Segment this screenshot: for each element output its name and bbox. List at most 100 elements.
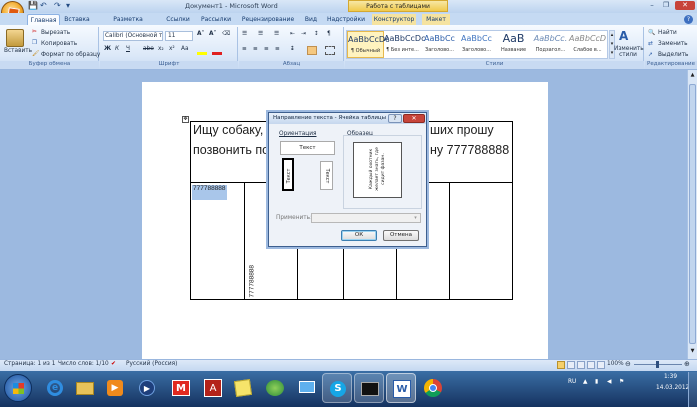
sticky-notes-icon[interactable] <box>228 373 258 403</box>
font-name-input[interactable]: Calibri (Основной те <box>103 31 163 41</box>
cmd-icon[interactable] <box>354 373 384 403</box>
copy-button[interactable]: Копировать <box>41 41 77 47</box>
strikethrough-icon[interactable]: abe <box>143 46 154 52</box>
style-normal[interactable]: AaBbCcDc ¶ Обычный <box>347 31 389 58</box>
dialog-close-button[interactable]: ✕ <box>403 114 425 123</box>
style-subtle-emphasis[interactable]: AaBbCcD Слабое в... <box>569 31 606 58</box>
font-color-icon[interactable] <box>212 46 222 55</box>
cancel-button[interactable]: Отмена <box>383 230 419 241</box>
replace-icon[interactable]: ⇄ <box>648 41 653 47</box>
draft-view-icon[interactable] <box>597 361 605 369</box>
select-icon[interactable]: ➚ <box>648 52 653 58</box>
full-screen-view-icon[interactable] <box>567 361 575 369</box>
media-center-icon[interactable]: ▶ <box>132 373 162 403</box>
copy-icon[interactable]: ❐ <box>32 40 37 46</box>
language-indicator[interactable]: Русский (Россия) <box>126 361 177 367</box>
tab-design[interactable]: Конструктор <box>372 14 416 25</box>
page-indicator[interactable]: Страница: 1 из 1 <box>4 361 55 367</box>
orientation-down-option[interactable]: Текст <box>320 161 333 190</box>
proofing-icon[interactable]: ✔ <box>111 361 116 367</box>
tab-insert[interactable]: Вставка <box>62 14 92 25</box>
find-icon[interactable]: 🔍 <box>648 30 655 36</box>
format-painter-button[interactable]: Формат по образцу <box>41 52 100 58</box>
bold-icon[interactable]: Ж <box>104 46 111 52</box>
help-icon[interactable]: ? <box>684 15 693 24</box>
align-left-icon[interactable]: ≡ <box>242 46 247 52</box>
mail-app-icon[interactable]: M <box>166 373 196 403</box>
style-heading-2[interactable]: AaBbCc Заголово... <box>458 31 495 58</box>
outline-view-icon[interactable] <box>587 361 595 369</box>
zoom-in-icon[interactable]: ⊕ <box>684 360 690 368</box>
tab-mailings[interactable]: Рассылки <box>198 14 234 25</box>
ok-button[interactable]: ОК <box>341 230 377 241</box>
change-styles-button[interactable]: Изменить стили <box>614 46 644 58</box>
style-no-spacing[interactable]: AaBbCcDc ¶ Без инте... <box>384 31 425 58</box>
cell-selected-text[interactable]: 777788888 <box>192 185 227 200</box>
justify-icon[interactable]: ≡ <box>275 46 280 52</box>
print-layout-view-icon[interactable] <box>557 361 565 369</box>
vertical-scrollbar[interactable]: ▲ ▼ <box>687 70 697 359</box>
apply-dropdown-icon[interactable]: ▾ <box>412 215 419 222</box>
word-count[interactable]: Число слов: 1/10 <box>58 361 109 367</box>
ie-icon[interactable]: e <box>40 373 70 403</box>
scroll-up-icon[interactable]: ▲ <box>689 72 696 80</box>
table-move-handle-icon[interactable]: ✥ <box>182 116 189 123</box>
restore-button[interactable]: ❐ <box>660 1 672 10</box>
sort-icon[interactable]: ↕ <box>314 31 319 37</box>
explorer-icon[interactable] <box>70 373 100 403</box>
save-icon[interactable]: 💾 <box>28 1 38 10</box>
increase-indent-icon[interactable]: ⇥ <box>301 31 306 37</box>
font-size-input[interactable]: 11 <box>165 31 193 41</box>
decrease-indent-icon[interactable]: ⇤ <box>290 31 295 37</box>
tab-references[interactable]: Ссылки <box>164 14 192 25</box>
highlight-icon[interactable] <box>197 46 207 55</box>
chrome-icon[interactable] <box>418 373 448 403</box>
replace-button[interactable]: Заменить <box>658 41 688 47</box>
scroll-down-icon[interactable]: ▼ <box>689 348 696 356</box>
cell-vertical-text[interactable]: 777788888 <box>249 238 256 298</box>
align-center-icon[interactable]: ≡ <box>253 46 258 52</box>
paste-button[interactable]: Вставить <box>4 48 32 54</box>
clock-time[interactable]: 1:39 <box>664 374 677 380</box>
qat-dropdown-icon[interactable]: ▾ <box>66 1 70 10</box>
italic-icon[interactable]: К <box>115 46 119 52</box>
tab-layout[interactable]: Макет <box>422 14 450 25</box>
acrobat-icon[interactable]: A <box>198 373 228 403</box>
style-heading-1[interactable]: AaBbCc Заголово... <box>421 31 458 58</box>
style-title[interactable]: AaB Название <box>495 31 532 58</box>
orientation-up-option[interactable]: Текст <box>282 158 294 191</box>
undo-icon[interactable]: ↶ <box>40 1 47 10</box>
shading-icon[interactable] <box>307 46 317 55</box>
language-tray[interactable]: RU <box>568 379 576 385</box>
zoom-out-icon[interactable]: ⊖ <box>625 360 631 368</box>
redo-icon[interactable]: ↷ <box>54 1 61 10</box>
find-button[interactable]: Найти <box>658 30 677 36</box>
messenger-icon[interactable] <box>260 373 290 403</box>
dialog-help-button[interactable]: ? <box>388 114 402 123</box>
minimize-button[interactable]: – <box>646 1 658 10</box>
start-button[interactable] <box>4 374 32 402</box>
word-taskbar-icon[interactable]: W <box>386 373 416 403</box>
tab-home[interactable]: Главная <box>27 14 60 25</box>
clear-format-icon[interactable]: ⌫ <box>222 31 230 37</box>
borders-icon[interactable] <box>325 46 335 55</box>
change-styles-icon[interactable]: A <box>619 29 635 43</box>
action-center-icon[interactable]: ⚑ <box>619 379 624 385</box>
select-button[interactable]: Выделить <box>658 52 688 58</box>
show-desktop-button[interactable] <box>688 372 697 407</box>
orientation-horizontal-option[interactable]: Текст <box>280 141 335 155</box>
tab-view[interactable]: Вид <box>301 14 321 25</box>
zoom-slider-thumb[interactable] <box>656 361 659 368</box>
tray-expand-icon[interactable]: ▲ <box>583 379 587 385</box>
tab-addins[interactable]: Надстройки <box>326 14 366 25</box>
skype-icon[interactable]: S <box>322 373 352 403</box>
zoom-level[interactable]: 100% <box>607 361 624 367</box>
media-player-icon[interactable]: ▶ <box>100 373 130 403</box>
multilevel-list-icon[interactable]: ☰ <box>274 31 279 37</box>
show-marks-icon[interactable]: ¶ <box>327 31 331 37</box>
web-layout-view-icon[interactable] <box>577 361 585 369</box>
underline-icon[interactable]: Ч <box>126 46 130 52</box>
grow-font-icon[interactable]: A˄ <box>197 31 204 37</box>
cut-button[interactable]: Вырезать <box>41 30 70 36</box>
scrollbar-thumb[interactable] <box>689 84 696 344</box>
